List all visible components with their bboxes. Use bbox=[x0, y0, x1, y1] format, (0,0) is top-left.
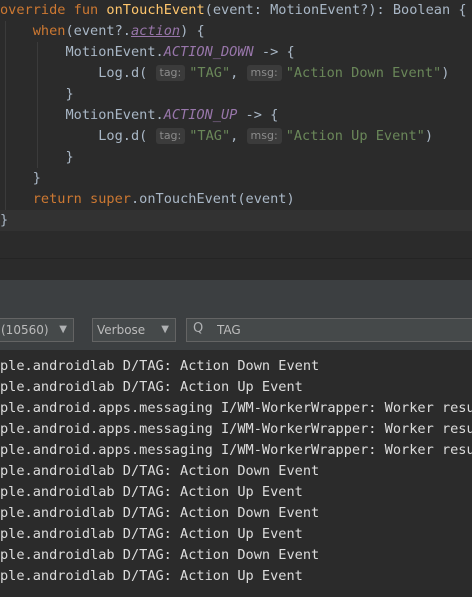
code-line: return super.onTouchEvent(event) bbox=[0, 189, 295, 210]
logcat-search-box[interactable]: Q bbox=[186, 318, 472, 342]
code-line: when(event?.action) { bbox=[0, 21, 205, 42]
code-token: ) { bbox=[180, 23, 205, 39]
log-row: ple.androidlab D/TAG: Action Up Event bbox=[0, 484, 303, 500]
code-line: Log.d( tag: "TAG", msg: "Action Down Event… bbox=[0, 63, 449, 84]
code-line: } bbox=[0, 168, 41, 189]
chevron-down-icon: ▼ bbox=[59, 324, 67, 335]
log-row: ple.android.apps.messaging I/WM-WorkerWr… bbox=[0, 442, 472, 458]
log-level-label: Verbose bbox=[97, 323, 146, 337]
log-level-dropdown[interactable]: Verbose ▼ bbox=[92, 318, 176, 342]
code-token: } bbox=[0, 149, 74, 165]
code-token: MotionEvent. bbox=[0, 44, 164, 60]
log-row: ple.androidlab D/TAG: Action Down Event bbox=[0, 463, 320, 479]
code-token: , bbox=[230, 65, 247, 81]
code-token: MotionEvent. bbox=[0, 107, 164, 123]
code-token: .onTouchEvent(event) bbox=[130, 191, 295, 207]
logcat-header-bar bbox=[0, 280, 472, 313]
code-token: -> { bbox=[237, 107, 279, 123]
log-row: ple.androidlab D/TAG: Action Up Event bbox=[0, 568, 303, 584]
code-token: return bbox=[32, 191, 91, 207]
code-line: override fun onTouchEvent(event: MotionE… bbox=[0, 0, 467, 21]
code-token: ACTION_DOWN bbox=[163, 44, 254, 60]
code-token: "Action Up Event" bbox=[285, 128, 425, 144]
code-token: Log.d( bbox=[0, 128, 156, 144]
code-line: } bbox=[0, 147, 74, 168]
code-token: ) bbox=[441, 65, 450, 81]
code-line: } bbox=[0, 84, 74, 105]
log-row: ple.androidlab D/TAG: Action Up Event bbox=[0, 379, 303, 395]
code-token: } bbox=[0, 170, 41, 186]
parameter-hint: msg: bbox=[246, 128, 282, 144]
parameter-hint: tag: bbox=[155, 65, 186, 81]
code-editor[interactable]: override fun onTouchEvent(event: MotionE… bbox=[0, 0, 472, 258]
logcat-output[interactable]: ple.androidlab D/TAG: Action Down Event p… bbox=[0, 350, 472, 597]
code-line: MotionEvent.ACTION_UP -> { bbox=[0, 105, 278, 126]
editor-bottom-area bbox=[0, 258, 472, 281]
code-line: MotionEvent.ACTION_DOWN -> { bbox=[0, 42, 295, 63]
log-row: ple.androidlab D/TAG: Action Down Event bbox=[0, 547, 320, 563]
log-row: ple.android.apps.messaging I/WM-WorkerWr… bbox=[0, 400, 472, 416]
parameter-hint: tag: bbox=[155, 128, 186, 144]
process-dropdown-label: (10560) bbox=[1, 323, 49, 337]
code-token: ACTION_UP bbox=[163, 107, 238, 123]
logcat-search-input[interactable] bbox=[217, 321, 457, 339]
code-token: "Action Down Event" bbox=[285, 65, 442, 81]
code-token: super bbox=[90, 191, 131, 207]
code-token: Log.d( bbox=[0, 65, 156, 81]
code-token: (event?. bbox=[65, 23, 131, 39]
code-token: "TAG" bbox=[189, 65, 231, 81]
code-token: when bbox=[32, 23, 66, 39]
logcat-toolbar: (10560) ▼ Verbose ▼ Q bbox=[0, 312, 472, 350]
code-token: , bbox=[230, 128, 247, 144]
log-row: ple.android.apps.messaging I/WM-WorkerWr… bbox=[0, 421, 472, 437]
code-line: Log.d( tag: "TAG", msg: "Action Up Event") bbox=[0, 126, 433, 147]
code-token: onTouchEvent bbox=[106, 2, 205, 18]
code-line: } bbox=[0, 210, 472, 231]
code-token: } bbox=[0, 86, 74, 102]
code-token: "TAG" bbox=[189, 128, 231, 144]
chevron-down-icon: ▼ bbox=[161, 324, 169, 335]
code-token: fun bbox=[73, 2, 107, 18]
process-dropdown[interactable]: (10560) ▼ bbox=[0, 318, 74, 342]
log-row: ple.androidlab D/TAG: Action Down Event bbox=[0, 505, 320, 521]
code-token: -> { bbox=[253, 44, 295, 60]
code-token: } bbox=[0, 212, 9, 228]
code-token: (event: MotionEvent?): Boolean { bbox=[204, 2, 467, 18]
code-token: override bbox=[0, 2, 74, 18]
parameter-hint: msg: bbox=[246, 65, 282, 81]
search-icon: Q bbox=[193, 321, 204, 336]
log-row: ple.androidlab D/TAG: Action Up Event bbox=[0, 526, 303, 542]
code-token: ) bbox=[424, 128, 434, 144]
log-row: ple.androidlab D/TAG: Action Down Event bbox=[0, 358, 320, 374]
code-token: action bbox=[130, 23, 181, 39]
